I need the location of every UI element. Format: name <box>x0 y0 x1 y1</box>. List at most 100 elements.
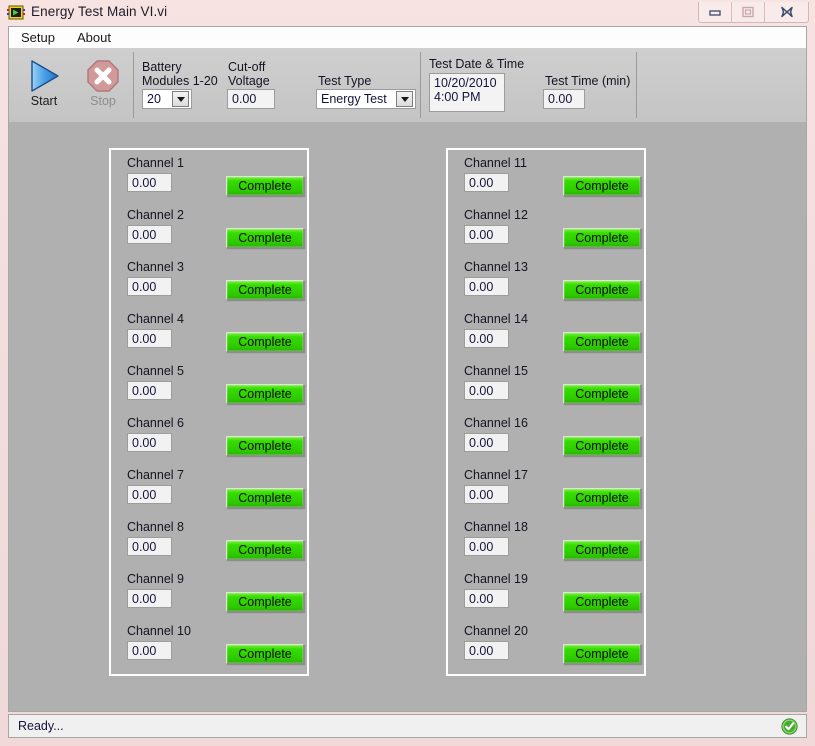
channel-label: Channel 6 <box>127 416 184 430</box>
channel-label: Channel 11 <box>464 156 528 170</box>
menu-bar: Setup About <box>8 26 807 48</box>
channel-value-input[interactable]: 0.00 <box>127 485 172 504</box>
test-type-select[interactable]: Energy Test <box>316 89 416 109</box>
channel-status-button[interactable]: Complete <box>563 228 641 248</box>
application-window: Energy Test Main VI.vi Setup About Start… <box>0 0 815 746</box>
battery-modules-value: 20 <box>147 92 161 106</box>
title-bar: Energy Test Main VI.vi <box>0 0 815 26</box>
channel-status-button[interactable]: Complete <box>226 540 304 560</box>
channel-status-button[interactable]: Complete <box>226 488 304 508</box>
channel-status-button[interactable]: Complete <box>563 540 641 560</box>
chevron-down-icon[interactable] <box>172 91 189 107</box>
menu-item-about[interactable]: About <box>73 29 121 47</box>
channel-value-input[interactable]: 0.00 <box>127 589 172 608</box>
channel-row: Channel 17 0.00 Complete <box>448 468 648 520</box>
channel-value-input[interactable]: 0.00 <box>464 485 509 504</box>
green-check-circle-icon <box>781 718 798 735</box>
channel-status-button[interactable]: Complete <box>226 332 304 352</box>
channel-status-button[interactable]: Complete <box>226 644 304 664</box>
close-button[interactable] <box>765 2 808 22</box>
channel-group-right: Channel 11 0.00 Complete Channel 12 0.00 Comp… <box>446 148 646 676</box>
channel-label: Channel 14 <box>464 312 528 326</box>
channel-value-input[interactable]: 0.00 <box>464 381 509 400</box>
window-title: Energy Test Main VI.vi <box>31 4 168 19</box>
channel-value-input[interactable]: 0.00 <box>464 537 509 556</box>
channel-value-input[interactable]: 0.00 <box>127 433 172 452</box>
close-icon <box>780 6 793 18</box>
battery-modules-select[interactable]: 20 <box>142 89 192 109</box>
channel-value-input[interactable]: 0.00 <box>464 277 509 296</box>
channel-row: Channel 7 0.00 Complete <box>111 468 311 520</box>
channel-row: Channel 9 0.00 Complete <box>111 572 311 624</box>
channel-value-input[interactable]: 0.00 <box>127 225 172 244</box>
channel-value-input[interactable]: 0.00 <box>127 277 172 296</box>
test-date-time-display: 10/20/2010 4:00 PM <box>429 73 505 112</box>
channel-label: Channel 8 <box>127 520 184 534</box>
channel-label: Channel 17 <box>464 468 528 482</box>
channel-status-button[interactable]: Complete <box>563 436 641 456</box>
channel-label: Channel 2 <box>127 208 184 222</box>
start-button[interactable]: Start <box>17 56 71 108</box>
channel-value-input[interactable]: 0.00 <box>464 173 509 192</box>
status-message: Ready... <box>18 719 64 733</box>
channel-row: Channel 1 0.00 Complete <box>111 156 311 208</box>
channel-label: Channel 20 <box>464 624 528 638</box>
channel-value-input[interactable]: 0.00 <box>464 589 509 608</box>
channel-value-input[interactable]: 0.00 <box>464 433 509 452</box>
channel-row: Channel 20 0.00 Complete <box>448 624 648 676</box>
channel-value-input[interactable]: 0.00 <box>127 329 172 348</box>
channel-status-button[interactable]: Complete <box>226 228 304 248</box>
channel-label: Channel 13 <box>464 260 528 274</box>
channel-label: Channel 5 <box>127 364 184 378</box>
channel-label: Channel 1 <box>127 156 184 170</box>
channel-row: Channel 8 0.00 Complete <box>111 520 311 572</box>
stop-octagon-icon <box>76 56 130 96</box>
test-type-value: Energy Test <box>321 92 387 106</box>
minimize-button[interactable] <box>699 2 732 22</box>
chevron-down-icon[interactable] <box>396 91 413 107</box>
channel-value-input[interactable]: 0.00 <box>127 641 172 660</box>
channel-value-input[interactable]: 0.00 <box>127 537 172 556</box>
window-controls <box>698 2 809 23</box>
menu-item-setup[interactable]: Setup <box>17 29 65 47</box>
channel-label: Channel 18 <box>464 520 528 534</box>
start-button-label: Start <box>30 94 58 108</box>
channel-label: Channel 7 <box>127 468 184 482</box>
channel-row: Channel 16 0.00 Complete <box>448 416 648 468</box>
minimize-icon <box>709 10 721 16</box>
channel-status-button[interactable]: Complete <box>563 384 641 404</box>
status-bar: Ready... <box>8 714 807 738</box>
channel-value-input[interactable]: 0.00 <box>464 641 509 660</box>
battery-modules-label: Battery Modules 1-20 <box>142 60 218 88</box>
channel-status-button[interactable]: Complete <box>226 592 304 612</box>
channel-status-button[interactable]: Complete <box>563 332 641 352</box>
channel-status-button[interactable]: Complete <box>563 176 641 196</box>
channel-status-button[interactable]: Complete <box>226 436 304 456</box>
channel-status-button[interactable]: Complete <box>226 384 304 404</box>
maximize-button[interactable] <box>732 2 765 22</box>
channel-status-button[interactable]: Complete <box>563 280 641 300</box>
maximize-icon <box>742 6 754 18</box>
channel-status-button[interactable]: Complete <box>226 280 304 300</box>
stop-button[interactable]: Stop <box>76 56 130 108</box>
test-time-input[interactable]: 0.00 <box>543 89 585 109</box>
labview-vi-icon <box>7 4 25 21</box>
channel-status-button[interactable]: Complete <box>226 176 304 196</box>
channel-label: Channel 4 <box>127 312 184 326</box>
test-type-label: Test Type <box>318 74 372 88</box>
channel-value-input[interactable]: 0.00 <box>464 329 509 348</box>
cutoff-voltage-label: Cut-off Voltage <box>228 60 270 88</box>
channel-status-button[interactable]: Complete <box>563 592 641 612</box>
channel-status-button[interactable]: Complete <box>563 644 641 664</box>
channel-row: Channel 19 0.00 Complete <box>448 572 648 624</box>
channel-status-button[interactable]: Complete <box>563 488 641 508</box>
cutoff-voltage-input[interactable]: 0.00 <box>227 89 275 109</box>
test-date-time-label: Test Date & Time <box>429 57 525 71</box>
channel-row: Channel 15 0.00 Complete <box>448 364 648 416</box>
channel-value-input[interactable]: 0.00 <box>127 381 172 400</box>
channel-row: Channel 6 0.00 Complete <box>111 416 311 468</box>
channel-value-input[interactable]: 0.00 <box>127 173 172 192</box>
channel-row: Channel 12 0.00 Complete <box>448 208 648 260</box>
channel-label: Channel 9 <box>127 572 184 586</box>
channel-value-input[interactable]: 0.00 <box>464 225 509 244</box>
